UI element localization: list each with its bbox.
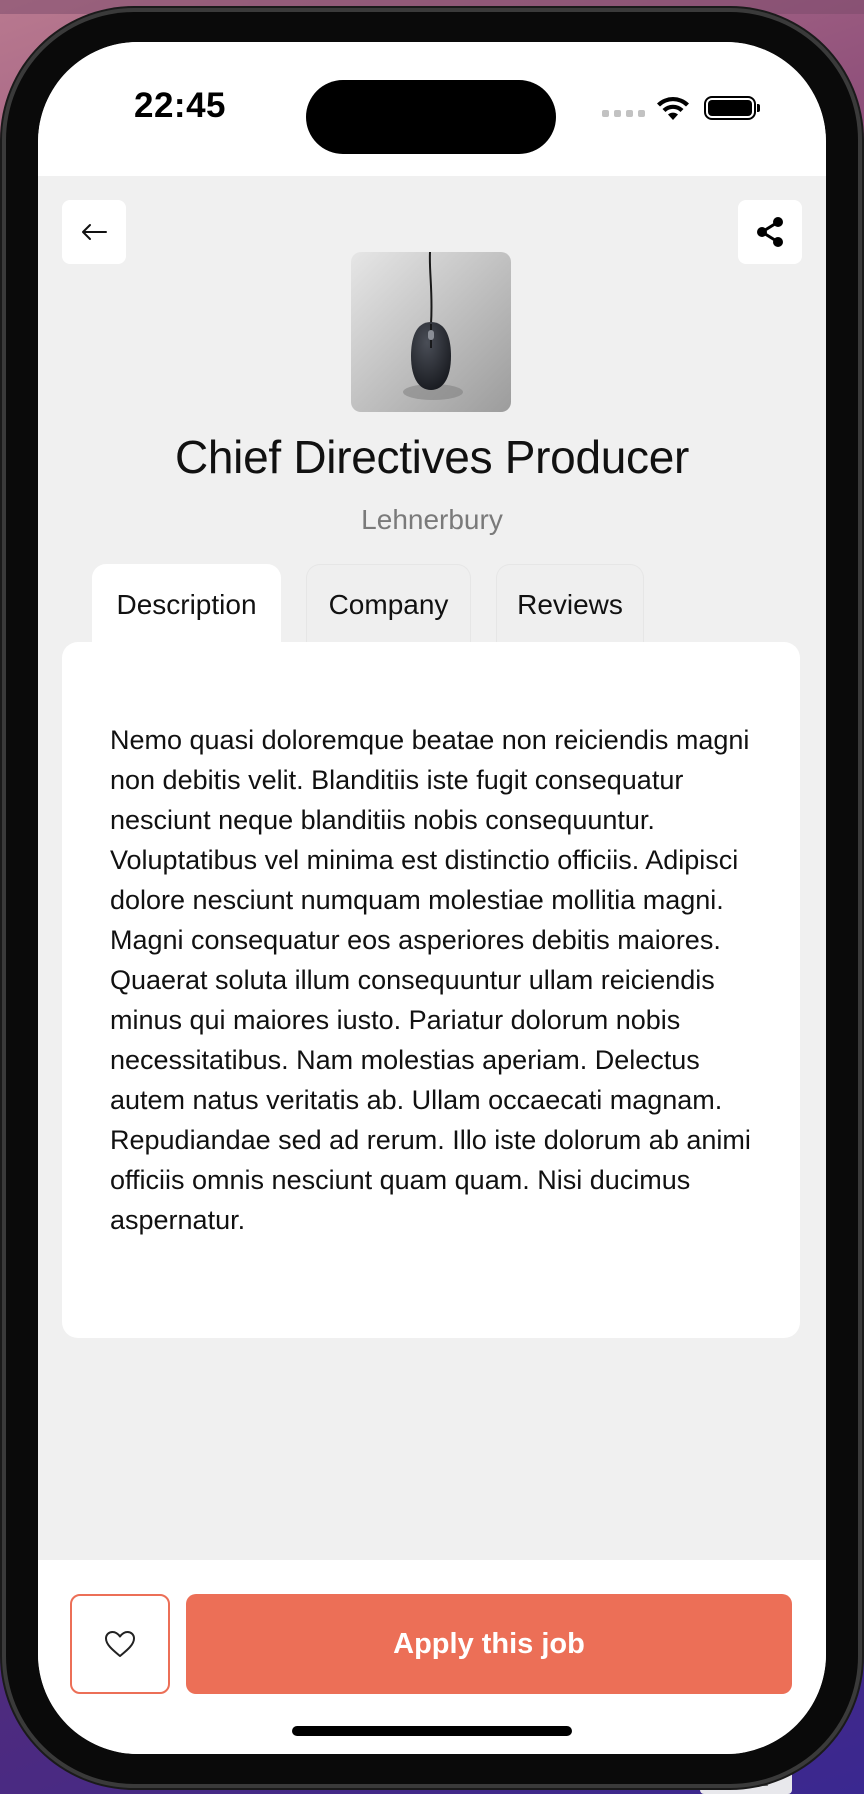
status-time: 22:45 — [134, 86, 227, 125]
favorite-button[interactable] — [70, 1594, 170, 1694]
job-description: Nemo quasi doloremque beatae non reicien… — [110, 725, 751, 1235]
bottom-action-bar: Apply this job — [38, 1560, 826, 1754]
cellular-signal-icon — [602, 110, 645, 117]
tab-description[interactable]: Description — [92, 564, 281, 644]
description-card: Nemo quasi doloremque beatae non reicien… — [62, 642, 800, 1338]
dynamic-island — [306, 80, 556, 154]
back-button[interactable] — [62, 200, 126, 264]
arrow-left-icon — [82, 224, 107, 240]
job-title: Chief Directives Producer — [174, 431, 690, 483]
apply-button[interactable]: Apply this job — [186, 1594, 792, 1694]
job-image — [351, 252, 511, 412]
tab-company[interactable]: Company — [306, 564, 471, 644]
tab-reviews[interactable]: Reviews — [496, 564, 644, 644]
phone-screen: 22:45 Chief Directives Producer Lehnerbu… — [38, 42, 826, 1754]
status-bar: 22:45 — [38, 42, 826, 176]
home-indicator[interactable] — [292, 1726, 572, 1736]
heart-icon — [105, 1631, 135, 1657]
share-button[interactable] — [738, 200, 802, 264]
share-icon — [757, 217, 783, 247]
wifi-icon — [657, 97, 689, 120]
battery-icon — [704, 96, 760, 120]
phone-frame: 22:45 Chief Directives Producer Lehnerbu… — [6, 12, 858, 1784]
job-location: Lehnerbury — [361, 504, 503, 535]
